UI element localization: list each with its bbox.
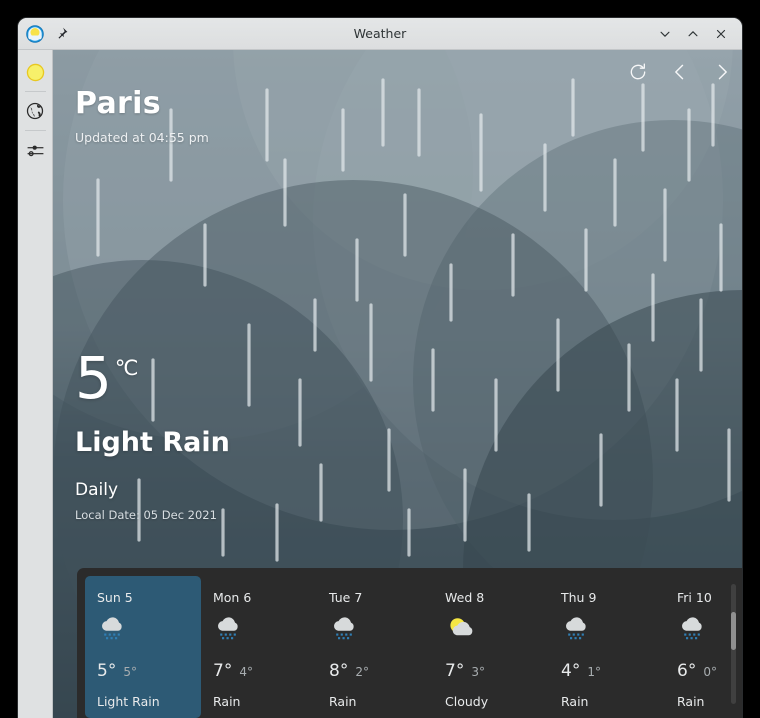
temperature-unit: ℃	[115, 356, 139, 380]
window-body: Paris Updated at 04:55 pm 5 ℃ Light Rain…	[18, 50, 742, 718]
forward-button[interactable]	[712, 62, 732, 82]
forecast-card[interactable]: Tue 7 8° 2° Rain	[317, 576, 433, 718]
sidebar	[18, 50, 53, 718]
local-date: Local Date: 05 Dec 2021	[75, 508, 230, 522]
forecast-icon	[445, 615, 537, 645]
forecast-temperatures: 7° 3°	[445, 661, 537, 681]
forecast-day: Sun 5	[97, 590, 189, 605]
forecast-icon	[213, 615, 305, 645]
forecast-day: Wed 8	[445, 590, 537, 605]
forecast-day: Thu 9	[561, 590, 653, 605]
sidebar-divider-1	[25, 91, 46, 92]
sliders-icon	[26, 141, 45, 160]
forecast-card[interactable]: Thu 9 4° 1° Rain	[549, 576, 665, 718]
cloudy-icon	[445, 615, 481, 643]
weather-panel: Paris Updated at 04:55 pm 5 ℃ Light Rain…	[53, 50, 742, 718]
forecast-icon	[329, 615, 421, 645]
current-temperature: 5 ℃	[75, 352, 230, 405]
forecast-temperatures: 4° 1°	[561, 661, 653, 681]
forecast-low: 4°	[239, 665, 253, 679]
back-button[interactable]	[670, 62, 690, 82]
forecast-card[interactable]: Sun 5 5° 5° Light Rain	[85, 576, 201, 718]
daily-forecast-strip[interactable]: Sun 5 5° 5° Light Rain Mon 6 7° 4° Rain Tue 7 8° 2…	[77, 568, 742, 718]
forecast-high: 8°	[329, 661, 348, 681]
updated-timestamp: Updated at 04:55 pm	[75, 130, 209, 145]
forecast-description: Cloudy	[445, 694, 537, 709]
minimize-button[interactable]	[658, 27, 672, 41]
current-condition-text: Light Rain	[75, 427, 230, 458]
forecast-description: Rain	[561, 694, 653, 709]
forecast-day: Mon 6	[213, 590, 305, 605]
forecast-description: Light Rain	[97, 694, 189, 709]
window-controls	[658, 27, 742, 41]
forecast-description: Rain	[329, 694, 421, 709]
forecast-low: 5°	[123, 665, 137, 679]
sidebar-item-settings[interactable]	[22, 137, 48, 163]
sidebar-item-weather[interactable]	[22, 59, 48, 85]
forecast-high: 7°	[445, 661, 464, 681]
forecast-scrollbar[interactable]	[731, 584, 736, 704]
pin-icon[interactable]	[54, 26, 69, 41]
refresh-icon[interactable]	[628, 62, 648, 82]
temperature-value: 5	[75, 352, 112, 405]
rain-icon	[677, 615, 713, 643]
globe-icon	[26, 102, 44, 120]
close-button[interactable]	[714, 27, 728, 41]
window-title: Weather	[18, 26, 742, 41]
rain-icon	[329, 615, 365, 643]
daily-section-label: Daily	[75, 480, 230, 500]
forecast-low: 3°	[471, 665, 485, 679]
rain-icon	[213, 615, 249, 643]
city-name: Paris	[75, 86, 209, 121]
location-block: Paris Updated at 04:55 pm	[75, 86, 209, 145]
forecast-low: 2°	[355, 665, 369, 679]
forecast-temperatures: 5° 5°	[97, 661, 189, 681]
forecast-low: 1°	[587, 665, 601, 679]
rain-icon	[97, 615, 133, 643]
forecast-temperatures: 7° 4°	[213, 661, 305, 681]
current-conditions: 5 ℃ Light Rain Daily Local Date: 05 Dec …	[75, 352, 230, 522]
weather-app-icon[interactable]	[26, 25, 44, 43]
forecast-card[interactable]: Wed 8 7° 3° Cloudy	[433, 576, 549, 718]
forecast-high: 7°	[213, 661, 232, 681]
forecast-icon	[97, 615, 189, 645]
titlebar: Weather	[18, 18, 742, 50]
sun-icon	[25, 62, 46, 83]
forecast-description: Rain	[213, 694, 305, 709]
forecast-day: Tue 7	[329, 590, 421, 605]
forecast-card[interactable]: Mon 6 7° 4° Rain	[201, 576, 317, 718]
maximize-button[interactable]	[686, 27, 700, 41]
sidebar-divider-2	[25, 130, 46, 131]
panel-toolbar	[628, 62, 732, 82]
forecast-icon	[561, 615, 653, 645]
forecast-low: 0°	[703, 665, 717, 679]
sidebar-item-places[interactable]	[22, 98, 48, 124]
forecast-high: 4°	[561, 661, 580, 681]
forecast-high: 5°	[97, 661, 116, 681]
forecast-high: 6°	[677, 661, 696, 681]
forecast-scrollbar-thumb[interactable]	[731, 612, 736, 650]
weather-window: Weather	[18, 18, 742, 718]
rain-icon	[561, 615, 597, 643]
forecast-temperatures: 8° 2°	[329, 661, 421, 681]
